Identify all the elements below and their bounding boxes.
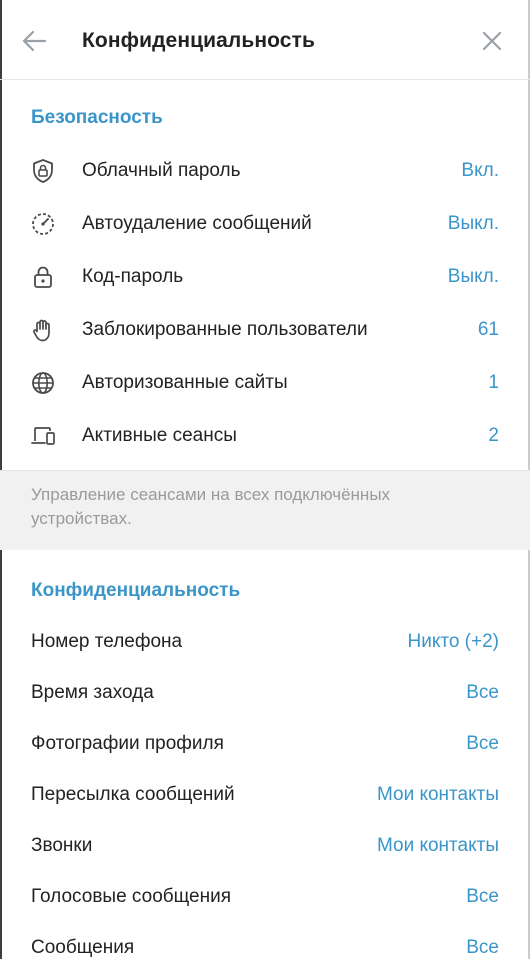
row-calls[interactable]: Звонки Мои контакты [0, 822, 530, 873]
row-label: Номер телефона [31, 631, 183, 652]
row-voice-messages[interactable]: Голосовые сообщения Все [0, 873, 530, 924]
row-value: Мои контакты [376, 784, 499, 805]
row-phone-number[interactable]: Номер телефона Никто (+2) [0, 618, 530, 669]
row-cloud-password[interactable]: Облачный пароль Вкл. [0, 144, 530, 197]
row-value: Выкл. [447, 213, 499, 234]
row-label: Код-пароль [82, 266, 184, 287]
section-title-security: Безопасность [31, 107, 163, 128]
globe-icon [30, 370, 56, 396]
sessions-note: Управление сеансами на всех подключённых… [0, 470, 530, 550]
row-label: Фотографии профиля [31, 733, 224, 754]
panel-header: Конфиденциальность [0, 0, 530, 80]
row-value: Выкл. [447, 266, 499, 287]
row-value: Все [466, 682, 499, 703]
row-value: 61 [477, 319, 499, 340]
row-label: Активные сеансы [82, 425, 237, 446]
row-messages[interactable]: Сообщения Все [0, 924, 530, 959]
row-value: Никто (+2) [407, 631, 499, 652]
privacy-settings-panel: Конфиденциальность Безопасность Облачный… [0, 0, 530, 959]
close-icon [482, 31, 502, 51]
row-value: Мои контакты [376, 835, 499, 856]
row-label: Звонки [31, 835, 93, 856]
row-label: Автоудаление сообщений [82, 213, 312, 234]
row-value: 2 [488, 425, 499, 446]
row-last-seen[interactable]: Время захода Все [0, 669, 530, 720]
row-label: Голосовые сообщения [31, 886, 232, 907]
row-value: Все [466, 733, 499, 754]
row-blocked-users[interactable]: Заблокированные пользователи 61 [0, 303, 530, 356]
devices-icon [30, 423, 56, 449]
row-label: Облачный пароль [82, 160, 241, 181]
row-label: Сообщения [31, 937, 135, 958]
close-button[interactable] [477, 26, 507, 56]
row-forwarding[interactable]: Пересылка сообщений Мои контакты [0, 771, 530, 822]
row-value: 1 [488, 372, 499, 393]
row-passcode[interactable]: Код-пароль Выкл. [0, 250, 530, 303]
row-value: Все [466, 937, 499, 958]
section-title-privacy: Конфиденциальность [31, 580, 241, 601]
shield-lock-icon [30, 158, 56, 184]
row-auto-delete[interactable]: Автоудаление сообщений Выкл. [0, 197, 530, 250]
row-value: Все [466, 886, 499, 907]
row-value: Вкл. [461, 160, 499, 181]
arrow-left-icon [22, 30, 47, 52]
timer-icon [30, 211, 56, 237]
row-profile-photos[interactable]: Фотографии профиля Все [0, 720, 530, 771]
row-label: Время захода [31, 682, 154, 703]
hand-stop-icon [30, 317, 56, 343]
row-label: Авторизованные сайты [82, 372, 288, 393]
row-label: Пересылка сообщений [31, 784, 235, 805]
row-active-sessions[interactable]: Активные сеансы 2 [0, 409, 530, 462]
back-button[interactable] [20, 26, 50, 56]
row-authorized-sites[interactable]: Авторизованные сайты 1 [0, 356, 530, 409]
sessions-note-text: Управление сеансами на всех подключённых… [31, 485, 391, 528]
lock-icon [30, 264, 56, 290]
page-title: Конфиденциальность [82, 29, 315, 52]
row-label: Заблокированные пользователи [82, 319, 368, 340]
